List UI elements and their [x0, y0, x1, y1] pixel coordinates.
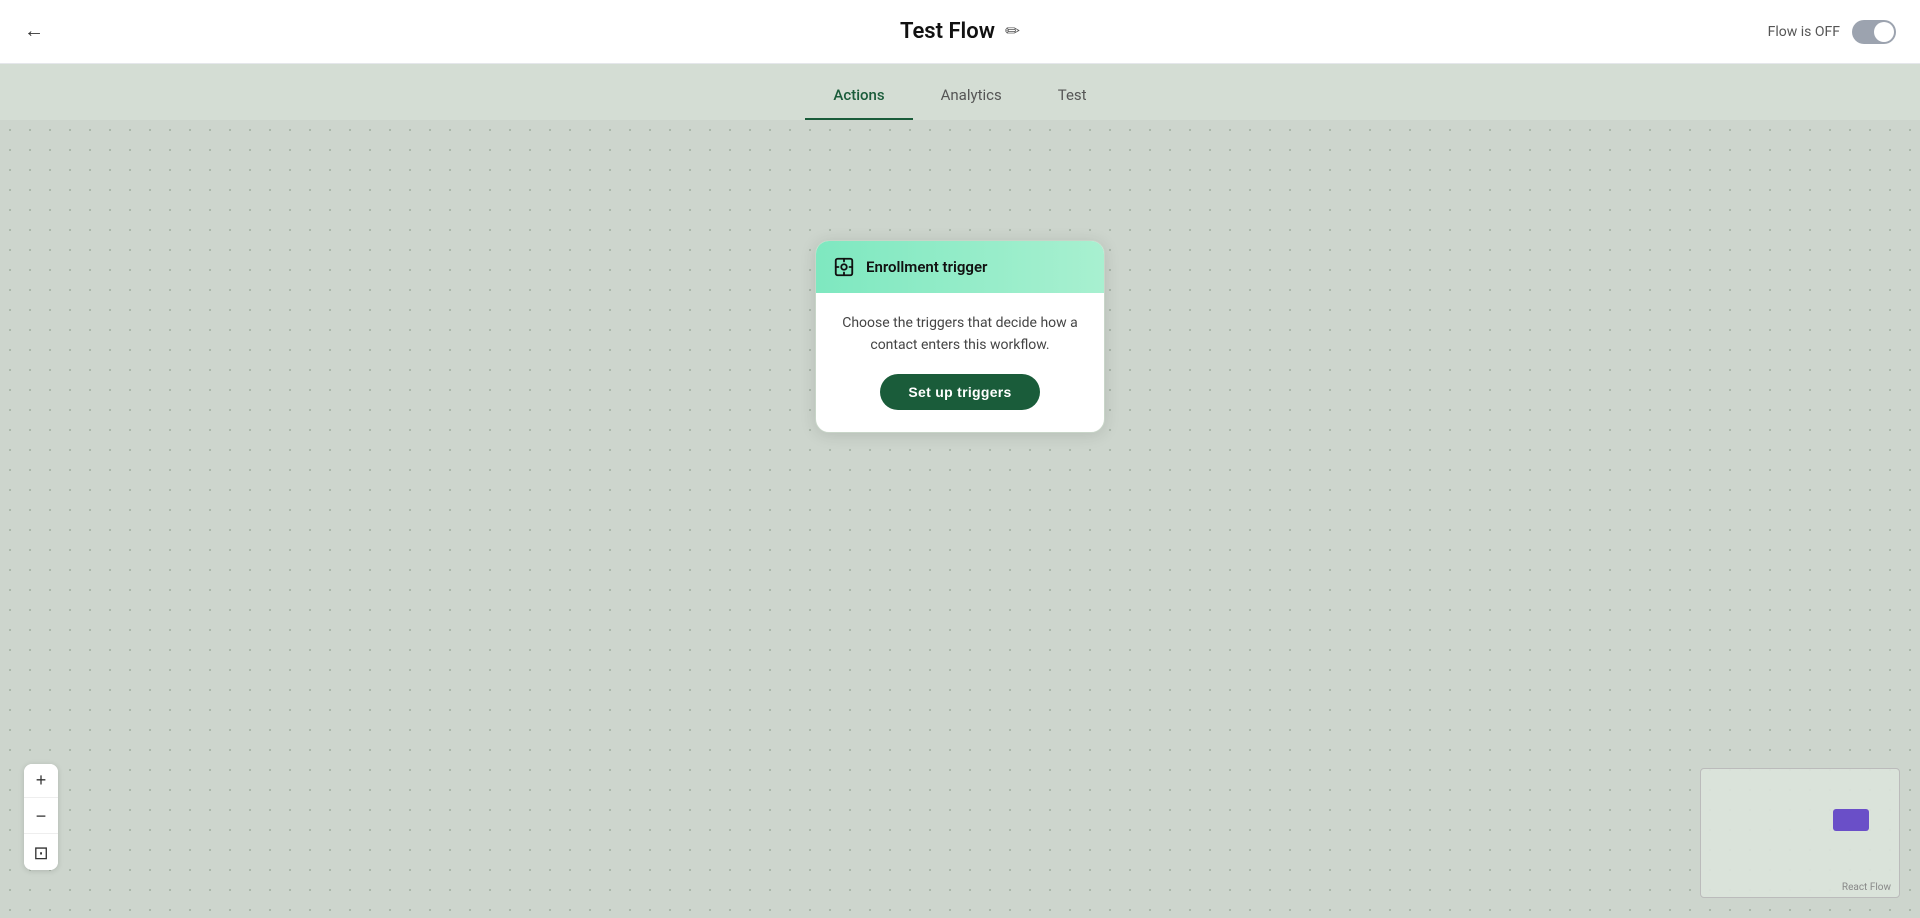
- flow-canvas: Enrollment trigger Choose the triggers t…: [0, 120, 1920, 918]
- flow-status-label: Flow is OFF: [1768, 24, 1840, 40]
- tab-actions[interactable]: Actions: [805, 76, 912, 120]
- tab-analytics[interactable]: Analytics: [913, 76, 1030, 120]
- enrollment-card[interactable]: Enrollment trigger Choose the triggers t…: [815, 240, 1105, 433]
- edit-icon[interactable]: ✏: [1005, 21, 1020, 42]
- card-header: Enrollment trigger: [816, 241, 1104, 293]
- card-body: Choose the triggers that decide how a co…: [816, 293, 1104, 432]
- header-right: Flow is OFF: [1768, 20, 1896, 44]
- app-header: ← Test Flow ✏ Flow is OFF: [0, 0, 1920, 64]
- zoom-out-button[interactable]: −: [24, 800, 58, 834]
- card-header-title: Enrollment trigger: [866, 258, 987, 276]
- card-description: Choose the triggers that decide how a co…: [836, 313, 1084, 356]
- page-title: Test Flow: [900, 19, 995, 44]
- minimap-card-indicator: [1833, 809, 1869, 831]
- header-center: Test Flow ✏: [900, 19, 1020, 44]
- tab-test[interactable]: Test: [1030, 76, 1115, 120]
- back-button[interactable]: ←: [24, 20, 44, 43]
- minimap: React Flow: [1700, 768, 1900, 898]
- zoom-controls: + − ⊡: [24, 764, 58, 870]
- zoom-in-button[interactable]: +: [24, 764, 58, 798]
- flow-toggle[interactable]: [1852, 20, 1896, 44]
- setup-triggers-button[interactable]: Set up triggers: [880, 374, 1039, 410]
- zoom-fit-button[interactable]: ⊡: [24, 836, 58, 870]
- react-flow-label: React Flow: [1842, 882, 1891, 893]
- tabs-bar: Actions Analytics Test: [0, 64, 1920, 120]
- enrollment-trigger-icon: [832, 255, 856, 279]
